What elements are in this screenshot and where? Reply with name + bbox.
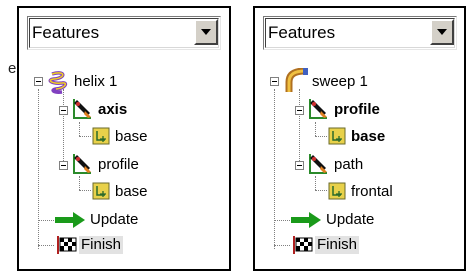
tree-item-update[interactable]: Update xyxy=(90,211,138,229)
tree-item-path-frontal[interactable]: frontal xyxy=(351,183,393,201)
collapse-toggle[interactable] xyxy=(295,161,304,170)
tree-item-profile[interactable]: profile xyxy=(334,101,380,119)
tree-item-finish[interactable]: Finish xyxy=(315,236,360,254)
collapse-toggle[interactable] xyxy=(59,106,68,115)
sketch-icon xyxy=(309,154,327,174)
tree-item-sweep[interactable]: sweep 1 xyxy=(312,73,368,91)
helix-icon xyxy=(48,71,68,94)
tree-item-finish[interactable]: Finish xyxy=(79,236,124,254)
collapse-toggle[interactable] xyxy=(34,77,43,86)
sketch-icon xyxy=(73,99,91,119)
tree-item-helix[interactable]: helix 1 xyxy=(74,73,117,91)
feature-tree-panel-left: Features helix 1 axis base profile base … xyxy=(17,6,231,271)
tree-item-profile-base[interactable]: base xyxy=(351,128,385,146)
tree-item-axis[interactable]: axis xyxy=(98,101,127,119)
base-plane-icon xyxy=(328,182,346,200)
tree-item-path[interactable]: path xyxy=(334,156,363,174)
tree-item-update[interactable]: Update xyxy=(326,211,374,229)
feature-tree-panel-right: Features sweep 1 profile base path front… xyxy=(253,6,466,271)
sketch-icon xyxy=(309,99,327,119)
stray-text: e xyxy=(8,60,17,77)
feature-tree: helix 1 axis base profile base Update Fi… xyxy=(19,8,229,269)
collapse-toggle[interactable] xyxy=(270,77,279,86)
base-plane-icon xyxy=(328,127,346,145)
collapse-toggle[interactable] xyxy=(59,161,68,170)
tree-item-profile-base[interactable]: base xyxy=(115,183,148,201)
base-plane-icon xyxy=(92,182,110,200)
collapse-toggle[interactable] xyxy=(295,106,304,115)
update-arrow-icon xyxy=(291,212,321,228)
feature-tree: sweep 1 profile base path frontal Update… xyxy=(255,8,464,269)
left-edge-fragment: e xyxy=(0,0,18,271)
finish-flag-icon xyxy=(57,236,77,254)
tree-item-axis-base[interactable]: base xyxy=(115,128,148,146)
sketch-icon xyxy=(73,154,91,174)
sweep-icon xyxy=(285,68,308,92)
update-arrow-icon xyxy=(55,212,85,228)
base-plane-icon xyxy=(92,127,110,145)
tree-item-profile[interactable]: profile xyxy=(98,156,139,174)
finish-flag-icon xyxy=(293,236,313,254)
